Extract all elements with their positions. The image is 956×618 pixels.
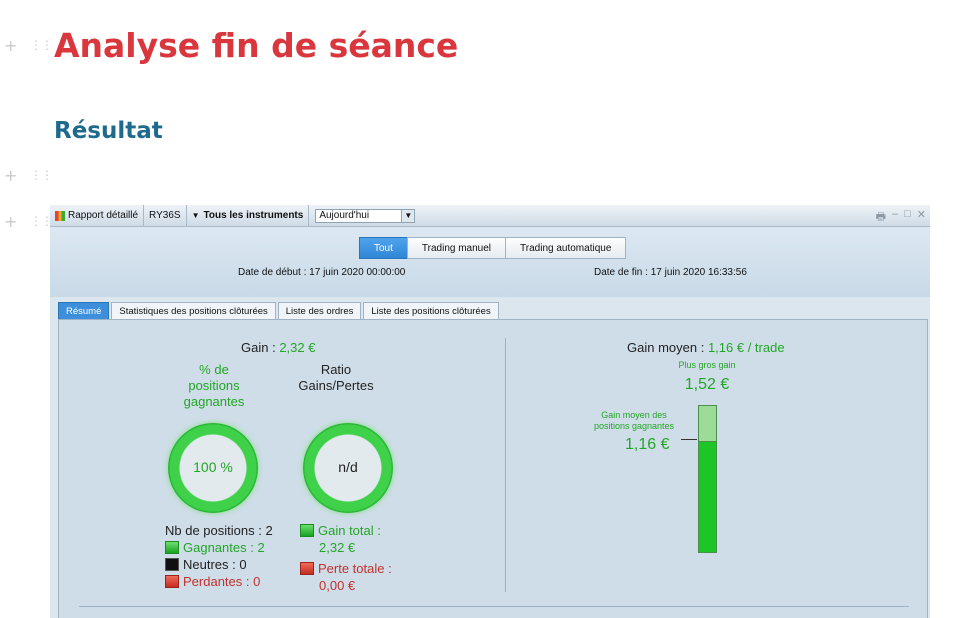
tab-trading-manuel[interactable]: Trading manuel (406, 237, 507, 259)
add-block-icon[interactable]: + (4, 166, 17, 185)
report-icon (55, 210, 65, 221)
add-block-icon[interactable]: + (4, 36, 17, 55)
page-title: Analyse fin de séance (54, 26, 459, 65)
view-tabs: Résumé Statistiques des positions clôtur… (58, 302, 501, 320)
tab-liste-positions[interactable]: Liste des positions clôturées (363, 302, 499, 320)
black-square-icon (165, 558, 179, 571)
maximize-icon[interactable]: □ (904, 208, 911, 227)
report-label: Rapport détaillé (68, 210, 139, 221)
summary-panel: Gain : 2,32 € % de positions gagnantes R… (58, 319, 928, 618)
gain-total: Gain total : 2,32 € (300, 522, 381, 556)
end-date: Date de fin : 17 juin 2020 16:33:56 (594, 267, 747, 278)
section-title: Résultat (54, 118, 163, 144)
legend-neutres: Neutres : 0 (165, 556, 273, 573)
period-value: Aujourd'hui (319, 210, 370, 221)
add-block-icon[interactable]: + (4, 212, 17, 231)
legend-perdantes: Perdantes : 0 (165, 573, 273, 590)
account-label: RY36S (149, 210, 181, 221)
gain-bar (698, 405, 717, 553)
gain-value: 2,32 € (279, 340, 316, 355)
gain-moyen: Gain moyen : 1,16 € / trade (627, 340, 785, 355)
filter-area: Tout Trading manuel Trading automatique … (50, 227, 930, 297)
ratio-gauge: n/d (303, 423, 393, 513)
tab-resume[interactable]: Résumé (58, 302, 110, 320)
bottom-divider (79, 606, 909, 607)
instruments-dropdown[interactable]: ▼ Tous les instruments (187, 205, 310, 226)
winpct-gauge: 100 % (168, 423, 258, 513)
drag-handle-icon[interactable]: ⋮⋮ (30, 214, 53, 228)
tab-liste-ordres[interactable]: Liste des ordres (277, 302, 362, 320)
max-gain-value: 1,52 € (684, 376, 730, 393)
green-square-icon (165, 541, 179, 554)
legend-gagnantes: Gagnantes : 2 (165, 539, 273, 556)
red-square-icon (165, 575, 179, 588)
report-button[interactable]: Rapport détaillé (50, 205, 145, 226)
avg-win-label: Gain moyen des positions gagnantes (593, 410, 675, 431)
ratio-title: Ratio Gains/Pertes (298, 362, 374, 393)
minimize-icon[interactable]: – (892, 208, 898, 227)
red-square-icon (300, 562, 314, 575)
gain-moyen-value: 1,16 € / trade (707, 340, 785, 355)
drag-handle-icon[interactable]: ⋮⋮ (30, 168, 53, 182)
mode-tabs: Tout Trading manuel Trading automatique (359, 237, 627, 259)
report-window: Rapport détaillé RY36S ▼ Tous les instru… (50, 205, 930, 618)
account-selector[interactable]: RY36S (144, 205, 187, 226)
positions-breakdown: Nb de positions : 2 Gagnantes : 2 Neutre… (165, 522, 273, 590)
gain-bar-headroom (699, 406, 716, 442)
start-date: Date de début : 17 juin 2020 00:00:00 (238, 267, 406, 278)
max-gain-label: Plus gros gain (678, 360, 736, 370)
avg-win-value: 1,16 € (625, 436, 670, 453)
toolbar: Rapport détaillé RY36S ▼ Tous les instru… (50, 205, 930, 227)
green-square-icon (300, 524, 314, 537)
ratio-value: n/d (338, 459, 358, 475)
nb-positions: Nb de positions : 2 (165, 523, 273, 538)
print-icon[interactable]: 🖶 (876, 208, 886, 227)
drag-handle-icon[interactable]: ⋮⋮ (30, 38, 53, 52)
caret-down-icon: ▼ (191, 211, 200, 220)
instruments-label: Tous les instruments (203, 210, 304, 221)
gain-summary: Gain : 2,32 € (241, 340, 316, 355)
close-icon[interactable]: ✕ (917, 208, 926, 227)
period-select[interactable]: Aujourd'hui ▼ (315, 208, 416, 223)
tab-statistiques[interactable]: Statistiques des positions clôturées (111, 302, 276, 320)
divider (505, 338, 506, 592)
pointer-line (681, 439, 697, 440)
dropdown-arrow-icon: ▼ (401, 209, 415, 222)
winpct-value: 100 % (193, 459, 233, 475)
tab-trading-automatique[interactable]: Trading automatique (505, 237, 627, 259)
tab-tout[interactable]: Tout (359, 237, 408, 259)
winpct-title: % de positions gagnantes (183, 362, 245, 409)
perte-totale: Perte totale : 0,00 € (300, 560, 392, 594)
